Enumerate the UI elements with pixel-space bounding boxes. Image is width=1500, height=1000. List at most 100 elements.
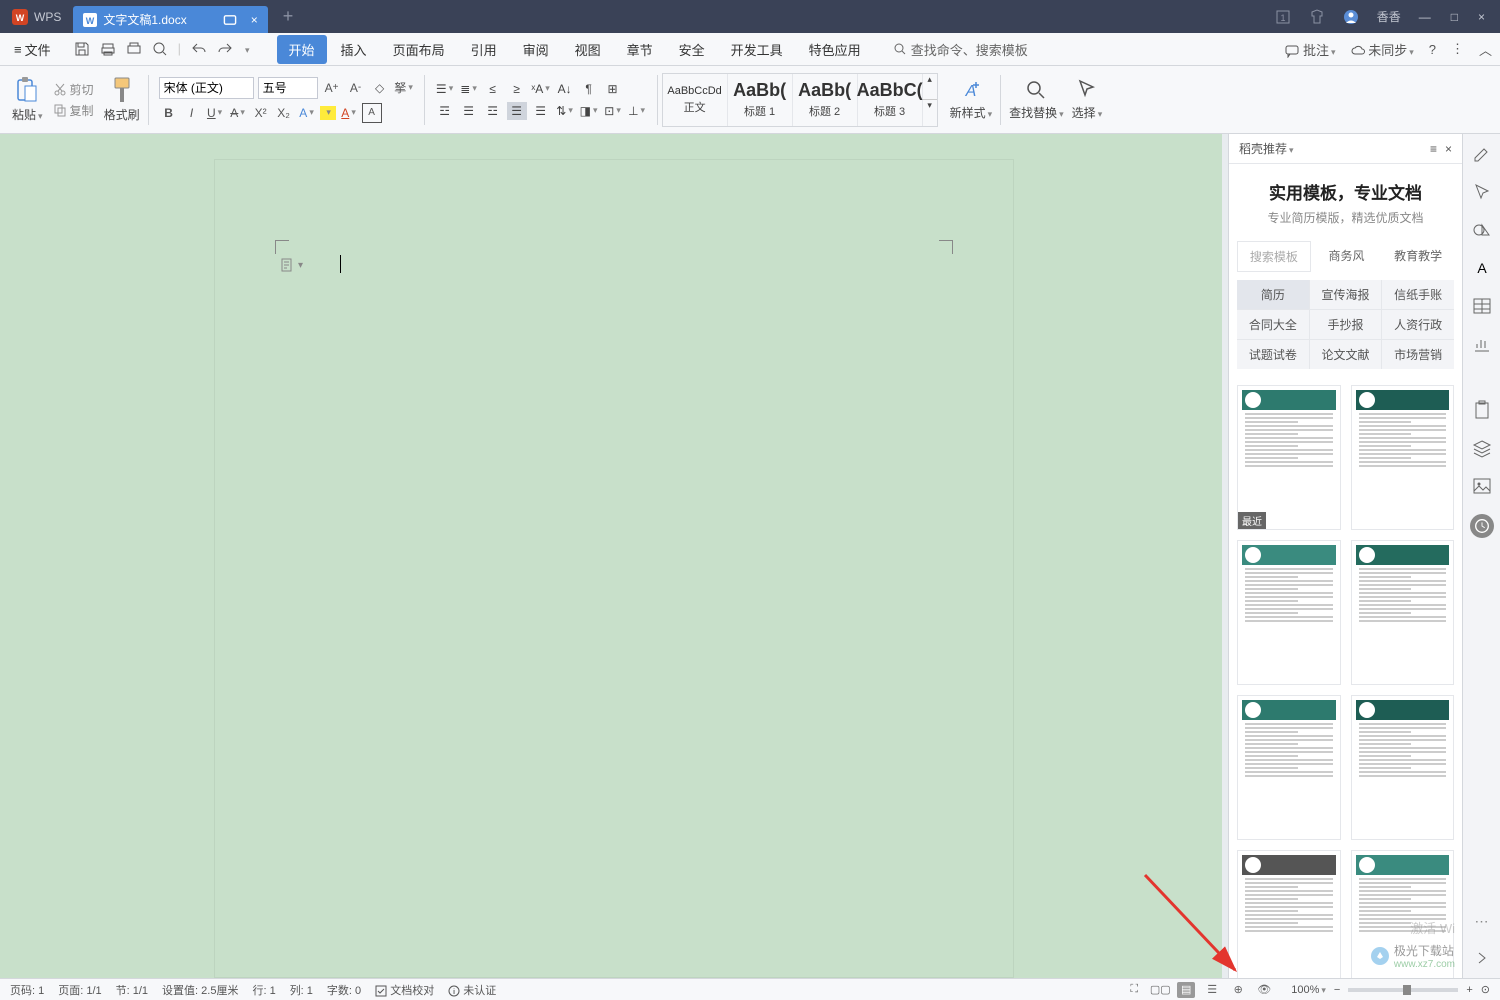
enclose-icon[interactable]: A bbox=[362, 103, 382, 123]
ltr-icon[interactable]: ¶ bbox=[579, 80, 599, 98]
category-信纸手账[interactable]: 信纸手账 bbox=[1382, 280, 1454, 309]
status-section[interactable]: 节: 1/1 bbox=[116, 982, 148, 998]
style-标题 3[interactable]: AaBbC(标题 3 bbox=[858, 74, 923, 126]
format-painter-button[interactable]: 格式刷 bbox=[100, 76, 144, 123]
image-sidebar-icon[interactable] bbox=[1472, 476, 1492, 496]
text-effect-icon[interactable]: A bbox=[297, 103, 317, 123]
decrease-font-icon[interactable]: A- bbox=[346, 78, 366, 98]
panel-tab-教育教学[interactable]: 教育教学 bbox=[1382, 241, 1454, 272]
category-简历[interactable]: 简历 bbox=[1237, 280, 1309, 309]
category-合同大全[interactable]: 合同大全 bbox=[1237, 310, 1309, 339]
redo-icon[interactable] bbox=[217, 41, 233, 57]
text-direction-icon[interactable]: A↓ bbox=[555, 80, 575, 98]
fullscreen-view-icon[interactable]: ⛶ bbox=[1125, 982, 1143, 998]
menu-tab-特色应用[interactable]: 特色应用 bbox=[797, 35, 873, 64]
menu-tab-开始[interactable]: 开始 bbox=[277, 35, 327, 64]
zoom-in-icon[interactable]: + bbox=[1466, 984, 1472, 996]
italic-icon[interactable]: I bbox=[182, 103, 202, 123]
user-avatar-icon[interactable] bbox=[1343, 9, 1359, 25]
comment-button[interactable]: 批注 bbox=[1285, 40, 1335, 59]
save-icon[interactable] bbox=[74, 41, 90, 57]
template-thumb-4[interactable] bbox=[1237, 695, 1341, 840]
tabs-icon[interactable]: ⊥ bbox=[627, 102, 647, 120]
superscript-icon[interactable]: X² bbox=[251, 103, 271, 123]
subscript-icon[interactable]: X₂ bbox=[274, 103, 294, 123]
table-sidebar-icon[interactable] bbox=[1472, 296, 1492, 316]
sync-button[interactable]: 未同步 bbox=[1351, 40, 1414, 59]
status-col[interactable]: 列: 1 bbox=[290, 982, 313, 998]
template-thumb-0[interactable]: 最近 bbox=[1237, 385, 1341, 530]
new-style-button[interactable]: A 新样式 bbox=[946, 78, 997, 121]
clear-format-icon[interactable]: ◇ bbox=[370, 78, 390, 98]
find-replace-button[interactable]: 查找替换 bbox=[1005, 78, 1068, 121]
quick-print-icon[interactable] bbox=[152, 41, 168, 57]
template-thumb-5[interactable] bbox=[1351, 695, 1455, 840]
styles-more[interactable]: ▴▾ bbox=[923, 74, 937, 126]
qat-dropdown[interactable] bbox=[243, 41, 250, 57]
maximize-icon[interactable]: □ bbox=[1451, 10, 1458, 24]
file-menu-button[interactable]: ≡ 文件 bbox=[8, 36, 57, 63]
clipboard-sidebar-icon[interactable] bbox=[1472, 400, 1492, 420]
document-page[interactable]: ▾ bbox=[214, 159, 1014, 978]
status-page-num[interactable]: 页码: 1 bbox=[10, 982, 44, 998]
sidebar-more-icon[interactable]: ⋯ bbox=[1475, 913, 1489, 930]
select-sidebar-icon[interactable] bbox=[1472, 182, 1492, 202]
menu-tab-页面布局[interactable]: 页面布局 bbox=[381, 35, 457, 64]
panel-search-input[interactable]: 搜索模板 bbox=[1237, 241, 1311, 272]
bold-icon[interactable]: B bbox=[159, 103, 179, 123]
borders-icon[interactable]: ⊡ bbox=[603, 102, 623, 120]
numbering-icon[interactable]: ≣ bbox=[459, 80, 479, 98]
window-indicator-icon[interactable]: 1 bbox=[1275, 9, 1291, 25]
zoom-value[interactable]: 100% bbox=[1291, 984, 1326, 996]
status-setting[interactable]: 设置值: 2.5厘米 bbox=[162, 982, 238, 998]
font-size-select[interactable] bbox=[258, 77, 318, 99]
align-right-icon[interactable]: ☲ bbox=[483, 102, 503, 120]
panel-header-title[interactable]: 稻壳推荐 bbox=[1239, 140, 1294, 157]
print-view-icon[interactable]: ▤ bbox=[1177, 982, 1195, 998]
status-page[interactable]: 页面: 1/1 bbox=[58, 982, 101, 998]
menu-tab-安全[interactable]: 安全 bbox=[667, 35, 717, 64]
collapse-sidebar-icon[interactable] bbox=[1472, 948, 1492, 968]
more-icon[interactable]: ⋮ bbox=[1451, 41, 1464, 57]
cut-button[interactable]: 剪切 bbox=[53, 81, 94, 98]
panel-close-icon[interactable]: × bbox=[1445, 142, 1452, 156]
help-icon[interactable]: ? bbox=[1429, 42, 1436, 57]
category-市场营销[interactable]: 市场营销 bbox=[1382, 340, 1454, 369]
add-tab-button[interactable]: + bbox=[283, 6, 294, 27]
status-cert[interactable]: i 未认证 bbox=[448, 982, 496, 998]
menu-tab-视图[interactable]: 视图 bbox=[563, 35, 613, 64]
fit-page-icon[interactable]: ⊙ bbox=[1481, 983, 1490, 996]
align-left-icon[interactable]: ☲ bbox=[435, 102, 455, 120]
menu-tab-审阅[interactable]: 审阅 bbox=[511, 35, 561, 64]
char-scale-icon[interactable]: ˣA bbox=[531, 80, 551, 98]
status-proofing[interactable]: 文档校对 bbox=[375, 982, 434, 998]
status-words[interactable]: 字数: 0 bbox=[327, 982, 361, 998]
smart-tag[interactable]: ▾ bbox=[280, 258, 303, 272]
chart-sidebar-icon[interactable] bbox=[1472, 334, 1492, 354]
category-试题试卷[interactable]: 试题试卷 bbox=[1237, 340, 1309, 369]
category-论文文献[interactable]: 论文文献 bbox=[1310, 340, 1382, 369]
decrease-indent-icon[interactable]: ≤ bbox=[483, 80, 503, 98]
print-icon[interactable] bbox=[126, 41, 142, 57]
eye-view-icon[interactable]: 👁 bbox=[1255, 982, 1273, 998]
font-color-icon[interactable]: A bbox=[339, 103, 359, 123]
template-thumb-6[interactable] bbox=[1237, 850, 1341, 978]
align-justify-icon[interactable]: ☰ bbox=[507, 102, 527, 120]
collapse-ribbon-icon[interactable]: ︿ bbox=[1479, 40, 1492, 59]
grid-icon[interactable]: ⊞ bbox=[603, 80, 623, 98]
panel-tab-商务风[interactable]: 商务风 bbox=[1311, 241, 1383, 272]
font-name-select[interactable] bbox=[159, 77, 254, 99]
increase-font-icon[interactable]: A+ bbox=[322, 78, 342, 98]
category-人资行政[interactable]: 人资行政 bbox=[1382, 310, 1454, 339]
strikethrough-icon[interactable]: A bbox=[228, 103, 248, 123]
tab-device-icon[interactable] bbox=[223, 13, 237, 27]
edit-sidebar-icon[interactable] bbox=[1472, 144, 1492, 164]
line-spacing-icon[interactable]: ⇅ bbox=[555, 102, 575, 120]
menu-tab-插入[interactable]: 插入 bbox=[329, 35, 379, 64]
zoom-slider[interactable] bbox=[1348, 988, 1458, 992]
print-preview-icon[interactable] bbox=[100, 41, 116, 57]
menu-tab-章节[interactable]: 章节 bbox=[615, 35, 665, 64]
menu-tab-引用[interactable]: 引用 bbox=[459, 35, 509, 64]
copy-button[interactable]: 复制 bbox=[53, 102, 94, 119]
username[interactable]: 香香 bbox=[1377, 8, 1401, 25]
